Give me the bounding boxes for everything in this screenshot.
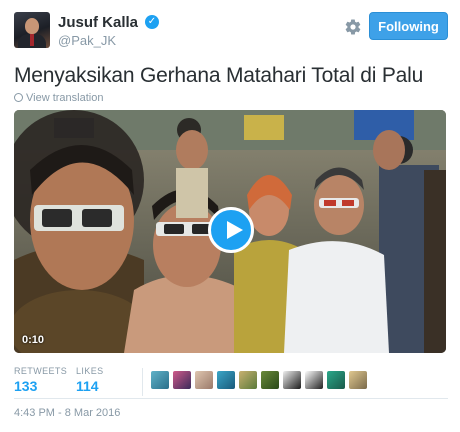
view-translation-link[interactable]: View translation bbox=[14, 92, 103, 104]
divider bbox=[14, 398, 448, 399]
following-button[interactable]: Following bbox=[369, 12, 448, 40]
liker-avatar[interactable] bbox=[151, 371, 169, 389]
gear-icon[interactable] bbox=[344, 18, 362, 36]
tweet-stats: RETWEETS 133 LIKES 114 bbox=[14, 366, 448, 396]
liker-avatar[interactable] bbox=[349, 371, 367, 389]
avatar-face bbox=[25, 18, 39, 34]
globe-icon bbox=[14, 93, 23, 102]
view-translation-label: View translation bbox=[26, 92, 104, 104]
liker-avatar[interactable] bbox=[239, 371, 257, 389]
play-button[interactable] bbox=[208, 207, 254, 253]
retweets-count: 133 bbox=[14, 378, 38, 394]
video-duration: 0:10 bbox=[22, 334, 45, 346]
likes-stat[interactable]: LIKES 114 bbox=[76, 366, 104, 394]
tweet-timestamp[interactable]: 4:43 PM - 8 Mar 2016 bbox=[14, 407, 120, 419]
author-name[interactable]: Jusuf Kalla bbox=[58, 14, 138, 31]
liker-avatar[interactable] bbox=[283, 371, 301, 389]
verified-icon: ✓ bbox=[145, 15, 159, 29]
tweet-header: Jusuf Kalla ✓ @Pak_JK Following bbox=[14, 12, 448, 52]
liker-avatar[interactable] bbox=[217, 371, 235, 389]
video-player[interactable]: 0:10 bbox=[14, 110, 446, 353]
author-handle[interactable]: @Pak_JK bbox=[58, 33, 116, 48]
author-avatar[interactable] bbox=[14, 12, 50, 48]
retweets-stat[interactable]: RETWEETS 133 bbox=[14, 366, 67, 394]
likes-label: LIKES bbox=[76, 366, 104, 376]
liker-avatar[interactable] bbox=[173, 371, 191, 389]
liker-avatar[interactable] bbox=[327, 371, 345, 389]
liker-avatar[interactable] bbox=[261, 371, 279, 389]
liker-avatar[interactable] bbox=[195, 371, 213, 389]
likes-count: 114 bbox=[76, 378, 99, 394]
stats-divider bbox=[142, 368, 143, 396]
retweets-label: RETWEETS bbox=[14, 366, 68, 376]
tweet-text: Menyaksikan Gerhana Matahari Total di Pa… bbox=[14, 64, 424, 87]
liker-avatar[interactable] bbox=[305, 371, 323, 389]
avatar-tie bbox=[30, 34, 34, 46]
